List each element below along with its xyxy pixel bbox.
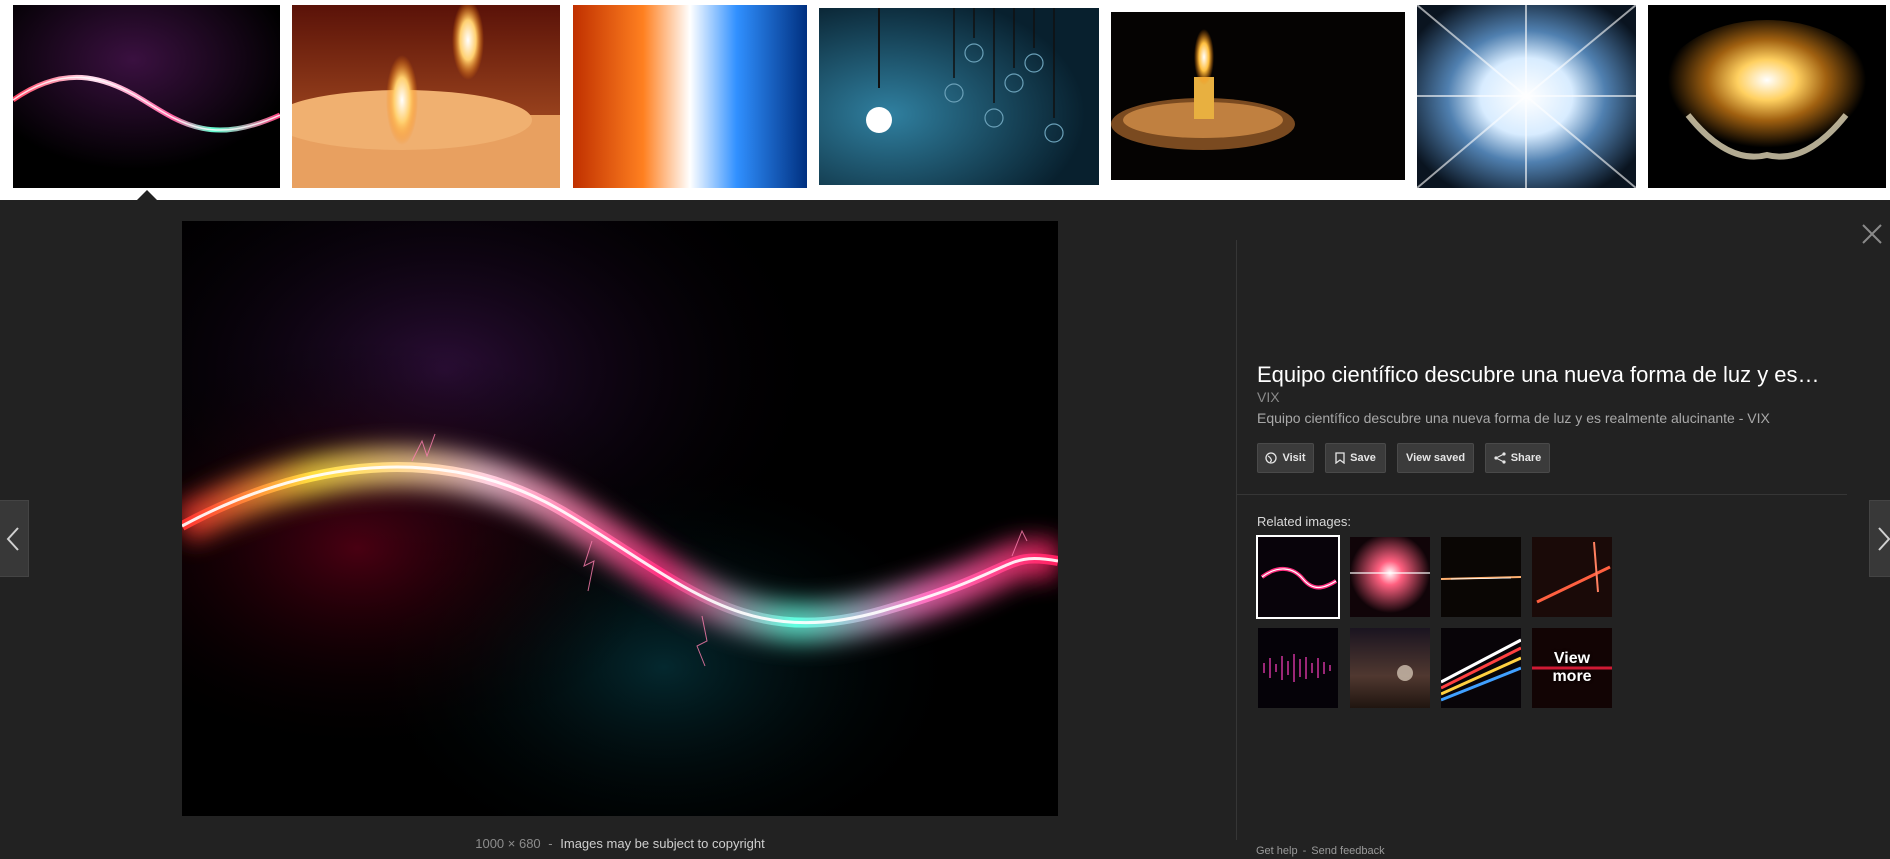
save-button[interactable]: Save: [1325, 443, 1386, 473]
previous-image-button[interactable]: [0, 500, 29, 577]
related-images-label: Related images:: [1257, 514, 1351, 529]
panel-separator: [1237, 494, 1847, 495]
image-meta: 1000 × 680 - Images may be subject to co…: [0, 836, 1240, 851]
panel-footer: Get help - Send feedback: [1256, 845, 1385, 857]
view-saved-button[interactable]: View saved: [1397, 443, 1474, 473]
related-image-sound-wave[interactable]: [1258, 628, 1338, 708]
get-help-link[interactable]: Get help: [1256, 845, 1298, 857]
footer-separator: -: [1302, 845, 1307, 857]
meta-separator: -: [548, 836, 553, 851]
related-image-light-wave[interactable]: [1258, 537, 1338, 617]
close-button[interactable]: [1857, 219, 1887, 249]
thumbnail-candles[interactable]: [292, 5, 560, 188]
image-description: Equipo científico descubre una nueva for…: [1257, 410, 1770, 426]
copyright-link[interactable]: Images may be subject to copyright: [560, 836, 765, 851]
view-more-label: View more: [1552, 650, 1592, 685]
image-source[interactable]: VIX: [1257, 389, 1280, 405]
image-dimensions: 1000 × 680: [475, 836, 541, 851]
related-image-red-beam[interactable]: [1532, 537, 1612, 617]
image-title[interactable]: Equipo científico descubre una nueva for…: [1257, 362, 1867, 388]
send-feedback-link[interactable]: Send feedback: [1311, 845, 1384, 857]
related-image-light-streak[interactable]: [1441, 537, 1521, 617]
share-icon: [1494, 452, 1506, 464]
next-image-button[interactable]: [1869, 500, 1890, 577]
related-image-lens-flare[interactable]: [1350, 537, 1430, 617]
globe-icon: [1265, 452, 1278, 464]
thumbnail-orange-blue-burst[interactable]: [573, 5, 807, 188]
thumbnail-hands-holding-light[interactable]: [1648, 5, 1886, 188]
view-saved-button-label: View saved: [1405, 452, 1466, 464]
thumbnail-light-wave[interactable]: [13, 5, 280, 188]
panel-divider: [1236, 240, 1237, 840]
chevron-right-icon: [1878, 527, 1890, 551]
related-image-night-sky[interactable]: [1350, 628, 1430, 708]
view-more-related-button[interactable]: View more: [1532, 628, 1612, 708]
share-button[interactable]: Share: [1485, 443, 1550, 473]
related-image-color-streaks[interactable]: [1441, 628, 1521, 708]
visit-button-label: Visit: [1282, 452, 1306, 464]
main-image[interactable]: [182, 221, 1058, 816]
bookmark-icon: [1335, 452, 1345, 464]
thumbnail-candle-dish[interactable]: [1111, 12, 1405, 180]
thumbnail-white-starburst[interactable]: [1417, 5, 1636, 188]
thumbnail-strip: [0, 0, 1890, 201]
share-button-label: Share: [1510, 452, 1542, 464]
chevron-left-icon: [6, 527, 19, 551]
close-icon: [1862, 224, 1882, 244]
save-button-label: Save: [1350, 452, 1376, 464]
visit-button[interactable]: Visit: [1257, 443, 1314, 473]
thumbnail-light-bulbs[interactable]: [819, 8, 1099, 185]
